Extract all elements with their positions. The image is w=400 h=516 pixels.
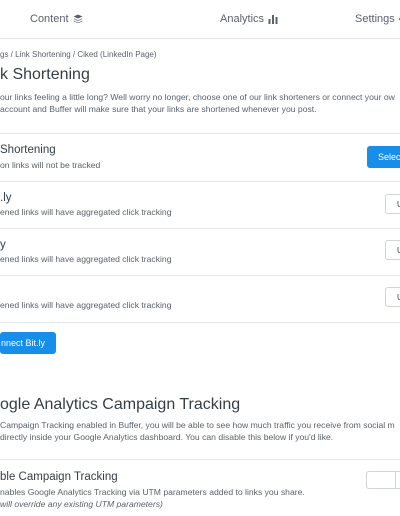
divider [0, 228, 400, 229]
tab-settings[interactable]: Settings [355, 13, 400, 25]
use-shortener-button[interactable]: U [385, 240, 400, 260]
layers-icon [73, 14, 83, 24]
tab-analytics[interactable]: Analytics [220, 13, 278, 25]
section-description: our links feeling a little long? Well wo… [0, 92, 395, 102]
select-no-shortening-button[interactable]: Selec [367, 146, 400, 168]
campaign-tracking-option-description: nables Google Analytics Tracking via UTM… [0, 487, 305, 497]
shortener-option-description: ened links will have aggregated click tr… [0, 300, 172, 310]
shortener-option-title: Shortening [0, 144, 56, 156]
section-title-campaign-tracking: ogle Analytics Campaign Tracking [0, 396, 241, 413]
divider [0, 133, 400, 134]
use-bitly-button[interactable]: U [385, 194, 400, 214]
campaign-tracking-toggle[interactable] [366, 471, 400, 489]
section-title-link-shortening: k Shortening [0, 66, 90, 83]
shortener-option-title: y [0, 239, 6, 251]
top-navigation: Content Analytics Settings [0, 0, 400, 39]
shortener-option-description: ened links will have aggregated click tr… [0, 254, 172, 264]
campaign-tracking-option-note: will override any existing UTM parameter… [0, 499, 163, 509]
tab-content[interactable]: Content [30, 13, 83, 25]
tab-label: Content [30, 13, 69, 25]
divider [0, 459, 400, 460]
section-description: directly inside your Google Analytics da… [0, 432, 334, 442]
campaign-tracking-option-title: ble Campaign Tracking [0, 471, 118, 483]
shortener-option-description: ened links will have aggregated click tr… [0, 207, 172, 217]
shortener-option-description: on links will not be tracked [0, 160, 101, 170]
toggle-knob [395, 472, 396, 489]
tab-label: Analytics [220, 13, 265, 25]
bar-chart-icon [268, 15, 278, 24]
breadcrumb: gs / Link Shortening / Ciked (LinkedIn P… [0, 50, 157, 59]
tab-label: Settings [355, 13, 395, 25]
use-shortener-button[interactable]: U [385, 287, 400, 307]
section-description: account and Buffer will make sure that y… [0, 104, 317, 114]
divider [0, 181, 400, 182]
shortener-option-title: .ly [0, 192, 12, 204]
connect-bitly-button[interactable]: nnect Bit.ly [0, 332, 56, 354]
divider [0, 322, 400, 323]
divider [0, 275, 400, 276]
section-description: Campaign Tracking enabled in Buffer, you… [0, 420, 395, 430]
